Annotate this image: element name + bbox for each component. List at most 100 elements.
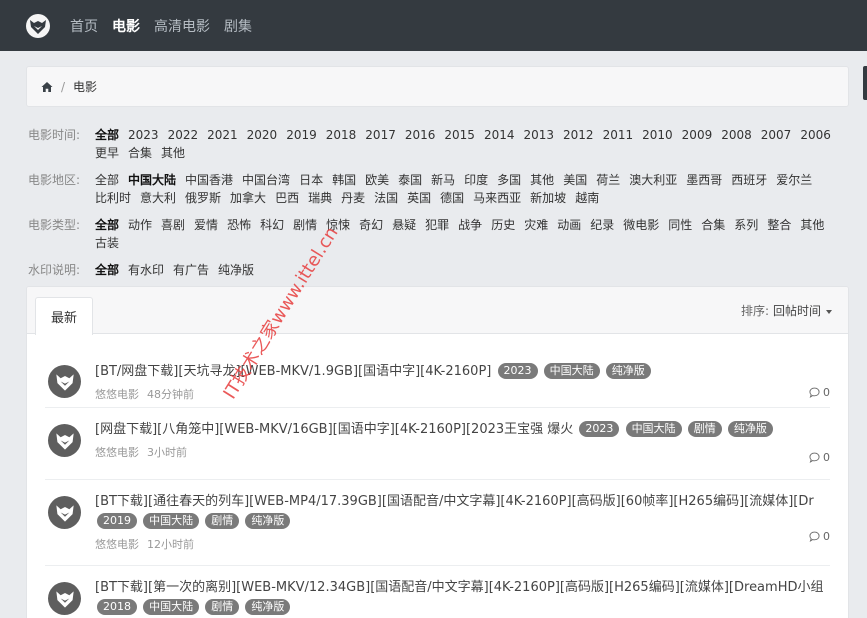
thread-title-text[interactable]: [网盘下载][八角笼中][WEB-MKV/16GB][国语中字][4K-2160…: [95, 422, 573, 437]
thread-tag[interactable]: 2023: [579, 421, 620, 437]
filter-option[interactable]: 多国: [497, 171, 521, 189]
filter-option[interactable]: 合集: [128, 144, 152, 162]
filter-option[interactable]: 墨西哥: [686, 171, 722, 189]
filter-option[interactable]: 恐怖: [227, 216, 251, 234]
thread-tag[interactable]: 2023: [497, 363, 538, 379]
filter-option[interactable]: 2020: [247, 126, 278, 144]
filter-option[interactable]: 爱情: [194, 216, 218, 234]
thread-tag[interactable]: 纯净版: [245, 599, 291, 615]
filter-option[interactable]: 灾难: [524, 216, 548, 234]
filter-option[interactable]: 奇幻: [359, 216, 383, 234]
filter-option[interactable]: 2018: [326, 126, 357, 144]
filter-option[interactable]: 新加坡: [530, 189, 566, 207]
filter-option[interactable]: 中国台湾: [242, 171, 290, 189]
filter-option[interactable]: 丹麦: [341, 189, 365, 207]
filter-option[interactable]: 2006: [800, 126, 831, 144]
filter-option[interactable]: 微电影: [623, 216, 659, 234]
side-tab-handle[interactable]: [863, 66, 867, 100]
filter-option[interactable]: 瑞典: [308, 189, 332, 207]
thread-tag[interactable]: 纯净版: [727, 421, 773, 437]
thread-title[interactable]: [BT/网盘下载][天坑寻龙][WEB-MKV/1.9GB][国语中字][4K-…: [95, 362, 830, 382]
thread-tag[interactable]: 中国大陆: [543, 363, 600, 379]
filter-option[interactable]: 整合: [767, 216, 791, 234]
nav-series[interactable]: 剧集: [224, 16, 252, 36]
filter-option[interactable]: 2012: [563, 126, 594, 144]
thread-tag[interactable]: 剧情: [205, 599, 240, 615]
thread-tag[interactable]: 纯净版: [245, 513, 291, 529]
thread-author[interactable]: 悠悠电影: [95, 446, 139, 459]
filter-option[interactable]: 2011: [603, 126, 634, 144]
filter-option[interactable]: 悬疑: [392, 216, 416, 234]
filter-option[interactable]: 2013: [523, 126, 554, 144]
filter-option[interactable]: 意大利: [140, 189, 176, 207]
filter-option[interactable]: 日本: [299, 171, 323, 189]
tab-newest[interactable]: 最新: [35, 297, 93, 335]
thread-item[interactable]: [BT/网盘下载][天坑寻龙][WEB-MKV/1.9GB][国语中字][4K-…: [45, 334, 830, 408]
filter-option[interactable]: 巴西: [275, 189, 299, 207]
thread-title[interactable]: [BT下载][第一次的离别][WEB-MKV/12.34GB][国语配音/中文字…: [95, 578, 830, 618]
filter-option[interactable]: 动画: [557, 216, 581, 234]
thread-item[interactable]: [BT下载][通往春天的列车][WEB-MP4/17.39GB][国语配音/中文…: [45, 480, 830, 566]
thread-author[interactable]: 悠悠电影: [95, 388, 139, 401]
filter-option[interactable]: 2021: [207, 126, 238, 144]
thread-title[interactable]: [网盘下载][八角笼中][WEB-MKV/16GB][国语中字][4K-2160…: [95, 420, 830, 440]
filter-option[interactable]: 中国大陆: [128, 171, 176, 189]
filter-option[interactable]: 历史: [491, 216, 515, 234]
filter-option[interactable]: 2022: [168, 126, 199, 144]
thread-title-text[interactable]: [BT/网盘下载][天坑寻龙][WEB-MKV/1.9GB][国语中字][4K-…: [95, 364, 491, 379]
thread-title[interactable]: [BT下载][通往春天的列车][WEB-MP4/17.39GB][国语配音/中文…: [95, 492, 830, 532]
avatar[interactable]: [48, 424, 81, 457]
thread-item[interactable]: [网盘下载][八角笼中][WEB-MKV/16GB][国语中字][4K-2160…: [45, 408, 830, 480]
filter-option[interactable]: 其他: [530, 171, 554, 189]
filter-option[interactable]: 德国: [440, 189, 464, 207]
filter-option[interactable]: 印度: [464, 171, 488, 189]
filter-option[interactable]: 同性: [668, 216, 692, 234]
thread-tag[interactable]: 2019: [97, 513, 137, 529]
filter-option[interactable]: 纯净版: [218, 261, 254, 279]
filter-option[interactable]: 英国: [407, 189, 431, 207]
filter-option[interactable]: 2014: [484, 126, 515, 144]
filter-option[interactable]: 越南: [575, 189, 599, 207]
filter-option[interactable]: 动作: [128, 216, 152, 234]
filter-option[interactable]: 澳大利亚: [629, 171, 677, 189]
filter-option[interactable]: 2023: [128, 126, 159, 144]
filter-option[interactable]: 有广告: [173, 261, 209, 279]
thread-tag[interactable]: 纯净版: [605, 363, 651, 379]
filter-option[interactable]: 系列: [734, 216, 758, 234]
filter-option[interactable]: 俄罗斯: [185, 189, 221, 207]
filter-option[interactable]: 剧情: [293, 216, 317, 234]
filter-option[interactable]: 犯罪: [425, 216, 449, 234]
filter-option[interactable]: 比利时: [95, 189, 131, 207]
filter-option[interactable]: 2015: [444, 126, 475, 144]
filter-option[interactable]: 泰国: [398, 171, 422, 189]
avatar[interactable]: [48, 582, 81, 615]
filter-option[interactable]: 全部: [95, 216, 119, 234]
sort-dropdown[interactable]: 排序: 回帖时间: [741, 302, 832, 319]
nav-home[interactable]: 首页: [70, 16, 98, 36]
thread-tag[interactable]: 中国大陆: [143, 599, 200, 615]
site-logo-icon[interactable]: [26, 13, 50, 38]
thread-item[interactable]: [BT下载][第一次的离别][WEB-MKV/12.34GB][国语配音/中文字…: [45, 566, 830, 618]
filter-option[interactable]: 2008: [721, 126, 752, 144]
filter-option[interactable]: 合集: [701, 216, 725, 234]
filter-option[interactable]: 2017: [365, 126, 396, 144]
thread-title-text[interactable]: [BT下载][第一次的离别][WEB-MKV/12.34GB][国语配音/中文字…: [95, 580, 823, 595]
filter-option[interactable]: 2007: [761, 126, 792, 144]
home-icon[interactable]: [41, 81, 53, 93]
filter-option[interactable]: 法国: [374, 189, 398, 207]
filter-option[interactable]: 韩国: [332, 171, 356, 189]
filter-option[interactable]: 惊悚: [326, 216, 350, 234]
filter-option[interactable]: 科幻: [260, 216, 284, 234]
filter-option[interactable]: 加拿大: [230, 189, 266, 207]
filter-option[interactable]: 战争: [458, 216, 482, 234]
filter-option[interactable]: 中国香港: [185, 171, 233, 189]
filter-option[interactable]: 纪录: [590, 216, 614, 234]
filter-option[interactable]: 其他: [161, 144, 185, 162]
filter-option[interactable]: 全部: [95, 171, 119, 189]
avatar[interactable]: [48, 496, 81, 529]
thread-tag[interactable]: 中国大陆: [143, 513, 200, 529]
filter-option[interactable]: 其他: [800, 216, 824, 234]
filter-option[interactable]: 有水印: [128, 261, 164, 279]
filter-option[interactable]: 美国: [563, 171, 587, 189]
filter-option[interactable]: 全部: [95, 126, 119, 144]
